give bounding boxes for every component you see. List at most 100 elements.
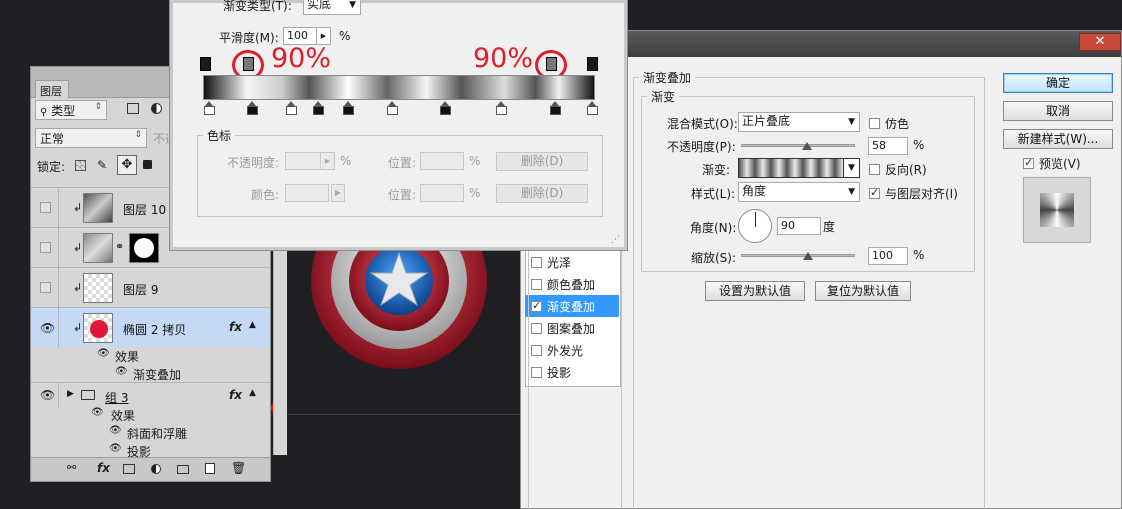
expand-effects-icon[interactable]: ▲ [249, 388, 256, 398]
chevron-down-icon[interactable]: ▼ [843, 159, 859, 177]
visibility-toggle[interactable] [40, 242, 51, 253]
cancel-button[interactable]: 取消 [1003, 101, 1113, 121]
style-preview-thumbnail [1023, 177, 1091, 243]
eye-icon[interactable]: 👁 [91, 407, 104, 418]
color-stop[interactable] [440, 101, 451, 115]
color-stop[interactable] [343, 101, 354, 115]
style-item-outer-glow[interactable]: 外发光 [525, 339, 619, 361]
opacity-slider-knob[interactable] [802, 142, 813, 150]
link-layers-icon[interactable]: ⚯ [67, 461, 76, 474]
stop-location-input[interactable] [420, 184, 464, 202]
layer-thumbnail [83, 273, 113, 303]
style-item-pattern-overlay[interactable]: 图案叠加 [525, 317, 619, 339]
opacity-slider[interactable] [741, 144, 855, 147]
visibility-toggle[interactable] [40, 202, 51, 213]
trash-icon[interactable]: 🗑 [231, 461, 246, 475]
color-stop[interactable] [313, 101, 324, 115]
reset-default-button[interactable]: 复位为默认值 [815, 281, 911, 301]
reverse-checkbox[interactable]: 反向(R) [869, 161, 927, 178]
gradient-type-select[interactable]: 实底 ▼ [303, 0, 361, 15]
gradient-picker[interactable]: ▼ [738, 158, 860, 178]
lock-transparent-icon[interactable] [75, 160, 86, 171]
new-style-button[interactable]: 新建样式(W)... [1003, 129, 1113, 149]
filter-adjust-icon[interactable] [151, 103, 162, 114]
effect-row-shadow[interactable]: 👁 投影 [31, 441, 270, 457]
chevron-right-icon[interactable]: ▶ [316, 28, 330, 44]
delete-color-stop-button[interactable]: 删除(D) [496, 184, 588, 203]
eye-icon[interactable]: 👁 [109, 443, 122, 454]
fx-icon[interactable]: fx [229, 388, 242, 402]
filter-pixel-icon[interactable] [127, 103, 139, 114]
color-stop[interactable] [204, 101, 215, 115]
visibility-toggle[interactable] [40, 282, 51, 293]
effects-row[interactable]: 👁 效果 [31, 346, 270, 366]
expand-effects-icon[interactable]: ▲ [249, 320, 256, 330]
fx-icon[interactable]: fx [229, 320, 242, 334]
effect-row-gradient-overlay[interactable]: 👁 渐变叠加 [31, 364, 270, 384]
layer-row-selected[interactable]: 👁 ↲ 椭圆 2 拷贝 fx ▲ [31, 307, 270, 347]
eye-icon[interactable]: 👁 [40, 321, 55, 335]
color-stop[interactable] [550, 101, 561, 115]
checkbox[interactable] [531, 367, 542, 378]
angle-input[interactable]: 90 [777, 217, 821, 235]
make-default-button[interactable]: 设置为默认值 [705, 281, 805, 301]
lock-brush-icon[interactable]: ✎ [97, 158, 107, 172]
add-mask-icon[interactable] [123, 464, 135, 474]
add-style-icon[interactable]: fx [97, 461, 110, 475]
scale-slider[interactable] [741, 254, 855, 257]
checkbox[interactable] [531, 279, 542, 290]
eye-icon[interactable]: 👁 [115, 366, 128, 377]
layer-row[interactable]: ↲ 图层 9 [31, 267, 270, 307]
checkbox[interactable] [531, 257, 542, 268]
color-stop[interactable] [286, 101, 297, 115]
chevron-down-icon: ⇕ [94, 102, 102, 112]
blend-mode-select[interactable]: 正片叠底 ▼ [738, 112, 860, 132]
eye-icon[interactable]: 👁 [97, 348, 110, 359]
style-item-drop-shadow[interactable]: 投影 [525, 361, 619, 383]
eye-icon[interactable]: 👁 [40, 388, 55, 402]
style-item-satin[interactable]: 光泽 [525, 251, 619, 273]
effect-label: 渐变叠加 [133, 368, 182, 382]
color-stop[interactable] [496, 101, 507, 115]
adjustment-layer-icon[interactable] [151, 464, 161, 474]
dither-checkbox[interactable]: 仿色 [869, 115, 909, 132]
ok-button[interactable]: 确定 [1003, 73, 1113, 93]
tab-layers[interactable]: 图层 [35, 80, 69, 98]
stop-location-input[interactable] [420, 152, 464, 170]
delete-opacity-stop-button[interactable]: 删除(D) [496, 152, 588, 171]
scale-slider-knob[interactable] [803, 252, 813, 260]
stop-opacity-input[interactable]: ▶ [285, 152, 335, 170]
lock-move-icon[interactable]: ✥ [117, 155, 137, 175]
preview-checkbox[interactable]: 预览(V) [1023, 155, 1081, 172]
opacity-stop[interactable] [587, 57, 598, 71]
style-select[interactable]: 角度 ▼ [738, 182, 860, 202]
color-stop[interactable] [587, 101, 598, 115]
clip-arrow-icon: ↲ [73, 201, 83, 214]
align-checkbox[interactable]: 与图层对齐(I) [869, 185, 958, 202]
checkbox[interactable] [531, 323, 542, 334]
new-group-icon[interactable] [177, 465, 189, 474]
opacity-stop[interactable] [200, 57, 211, 71]
color-picker-arrow[interactable]: ▶ [331, 184, 345, 202]
opacity-input[interactable]: 58 [868, 137, 908, 155]
style-item-color-overlay[interactable]: 颜色叠加 [525, 273, 619, 295]
effects-row[interactable]: 👁 效果 [31, 405, 270, 425]
angle-dial[interactable] [738, 209, 772, 243]
checkbox[interactable] [531, 299, 542, 312]
color-stop[interactable] [387, 101, 398, 115]
lock-all-icon[interactable] [143, 160, 152, 169]
checkbox[interactable] [531, 345, 542, 356]
new-layer-icon[interactable] [205, 463, 215, 474]
eye-icon[interactable]: 👁 [109, 425, 122, 436]
stop-color-swatch[interactable] [285, 184, 329, 202]
blend-mode-select[interactable]: 正常 ⇕ [35, 128, 147, 148]
style-item-gradient-overlay[interactable]: 渐变叠加 [525, 295, 619, 317]
color-stop[interactable] [247, 101, 258, 115]
effect-row-bevel[interactable]: 👁 斜面和浮雕 [31, 423, 270, 443]
gradient-preview-bar[interactable] [203, 75, 595, 100]
expand-arrow-icon[interactable]: ▶ [67, 389, 74, 399]
resize-grip-icon[interactable]: ⋰ [611, 235, 620, 245]
scale-input[interactable]: 100 [868, 247, 908, 265]
filter-kind-select[interactable]: ⚲ 类型 ⇕ [35, 100, 107, 120]
close-button[interactable]: ✕ [1079, 33, 1121, 51]
